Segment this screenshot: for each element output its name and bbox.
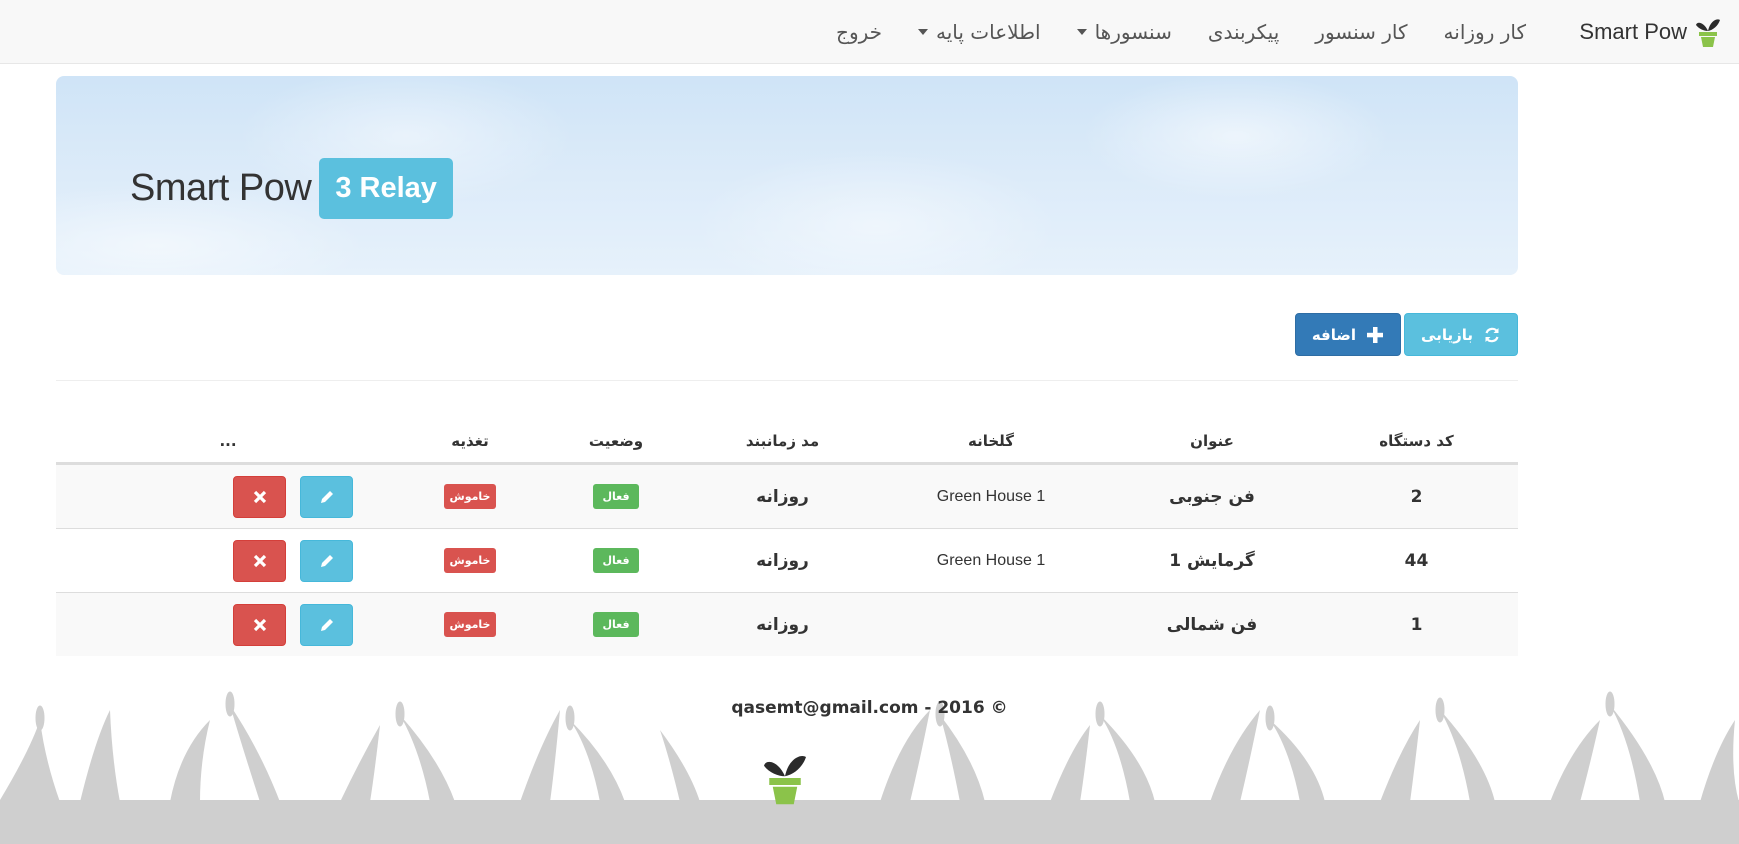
delete-button[interactable] bbox=[233, 475, 286, 518]
cell-actions bbox=[56, 539, 400, 582]
plus-icon bbox=[1367, 326, 1384, 343]
caret-down-icon bbox=[1076, 29, 1087, 35]
cell-status: فعال bbox=[540, 484, 692, 509]
power-badge: خاموش bbox=[443, 548, 497, 573]
brand[interactable]: Smart Pow bbox=[1579, 0, 1721, 64]
nav-label: کار روزانه bbox=[1443, 20, 1526, 44]
pencil-icon bbox=[320, 554, 333, 567]
nav-logout[interactable]: خروج bbox=[818, 0, 900, 64]
footer-credit: qasemt@gmail.com - 2016 © bbox=[731, 698, 1008, 718]
brand-name: Smart Pow bbox=[1579, 19, 1687, 44]
status-badge: فعال bbox=[593, 612, 639, 637]
devices-table: کد دستگاه عنوان گلخانه مد زمانبند وضعیت … bbox=[56, 420, 1518, 656]
top-navbar: Smart Pow کار روزانه کار سنسور پیکربندی … bbox=[0, 0, 1739, 64]
delete-button[interactable] bbox=[233, 603, 286, 646]
power-badge: خاموش bbox=[443, 612, 497, 637]
nav-label: سنسورها bbox=[1094, 20, 1172, 44]
cell-title: گرمایش 1 bbox=[1169, 550, 1255, 571]
status-badge: فعال bbox=[593, 548, 639, 573]
cell-power: خاموش bbox=[400, 484, 540, 509]
nav-configuration[interactable]: پیکربندی bbox=[1190, 0, 1297, 64]
edit-button[interactable] bbox=[300, 475, 353, 518]
cell-mode: روزانه bbox=[756, 486, 809, 507]
remove-icon bbox=[253, 554, 266, 567]
th-code[interactable]: کد دستگاه bbox=[1315, 432, 1518, 450]
nav-sensor-work[interactable]: کار سنسور bbox=[1297, 0, 1425, 64]
nav-daily-work[interactable]: کار روزانه bbox=[1426, 0, 1544, 64]
plant-logo-icon bbox=[1696, 19, 1720, 47]
cell-mode: روزانه bbox=[756, 550, 809, 571]
add-button[interactable]: اضافه bbox=[1294, 313, 1402, 356]
th-greenhouse[interactable]: گلخانه bbox=[873, 432, 1109, 450]
table-row: 44 گرمایش 1 Green House 1 روزانه فعال خا… bbox=[56, 528, 1518, 592]
cell-greenhouse: Green House 1 bbox=[936, 551, 1046, 569]
nav-label: اطلاعات پایه bbox=[936, 20, 1041, 44]
plant-logo-icon bbox=[764, 755, 806, 805]
cell-code: 1 bbox=[1410, 614, 1423, 635]
cell-code: 2 bbox=[1410, 486, 1423, 507]
status-badge: فعال bbox=[593, 484, 639, 509]
main-nav: کار روزانه کار سنسور پیکربندی سنسورها اط… bbox=[818, 0, 1544, 64]
remove-icon bbox=[253, 490, 266, 503]
th-timer-mode[interactable]: مد زمانبند bbox=[692, 432, 873, 450]
refresh-icon bbox=[1485, 327, 1499, 342]
cell-status: فعال bbox=[540, 548, 692, 573]
edit-button[interactable] bbox=[300, 539, 353, 582]
nav-label: پیکربندی bbox=[1207, 20, 1280, 44]
page-title: Smart Pow 3 Relay bbox=[130, 158, 453, 219]
table-header: کد دستگاه عنوان گلخانه مد زمانبند وضعیت … bbox=[56, 420, 1518, 464]
caret-down-icon bbox=[918, 29, 928, 35]
th-power[interactable]: تغذیه bbox=[400, 432, 540, 450]
add-label: اضافه bbox=[1311, 325, 1357, 344]
nav-sensors-dropdown[interactable]: سنسورها bbox=[1059, 0, 1190, 64]
jumbotron: Smart Pow 3 Relay bbox=[56, 76, 1518, 275]
edit-button[interactable] bbox=[300, 603, 353, 646]
power-badge: خاموش bbox=[443, 484, 497, 509]
th-status[interactable]: وضعیت bbox=[540, 432, 692, 450]
cell-mode: روزانه bbox=[756, 614, 809, 635]
pencil-icon bbox=[320, 490, 333, 503]
cell-code: 44 bbox=[1404, 550, 1429, 571]
page-title-text: Smart Pow bbox=[130, 167, 312, 209]
table-row: 1 فن شمالی روزانه فعال خاموش bbox=[56, 592, 1518, 656]
cell-actions bbox=[56, 603, 400, 646]
nav-label: کار سنسور bbox=[1315, 20, 1408, 44]
cell-title: فن شمالی bbox=[1166, 614, 1258, 635]
cell-actions bbox=[56, 475, 400, 518]
divider bbox=[56, 380, 1518, 381]
table-row: 2 فن جنوبی Green House 1 روزانه فعال خام… bbox=[56, 464, 1518, 528]
cell-power: خاموش bbox=[400, 612, 540, 637]
refresh-button[interactable]: بازیابی bbox=[1404, 313, 1518, 356]
th-title[interactable]: عنوان bbox=[1109, 432, 1315, 450]
cell-power: خاموش bbox=[400, 548, 540, 573]
refresh-label: بازیابی bbox=[1421, 325, 1473, 344]
delete-button[interactable] bbox=[233, 539, 286, 582]
th-actions: ... bbox=[219, 432, 237, 450]
cell-status: فعال bbox=[540, 612, 692, 637]
cell-greenhouse: Green House 1 bbox=[936, 487, 1046, 505]
cell-title: فن جنوبی bbox=[1169, 486, 1255, 507]
remove-icon bbox=[253, 618, 266, 631]
nav-label: خروج bbox=[836, 20, 882, 44]
toolbar: بازیابی اضافه bbox=[1294, 313, 1518, 356]
relay-count-badge: 3 Relay bbox=[319, 158, 453, 219]
pencil-icon bbox=[320, 618, 333, 631]
nav-basic-info-dropdown[interactable]: اطلاعات پایه bbox=[900, 0, 1059, 64]
